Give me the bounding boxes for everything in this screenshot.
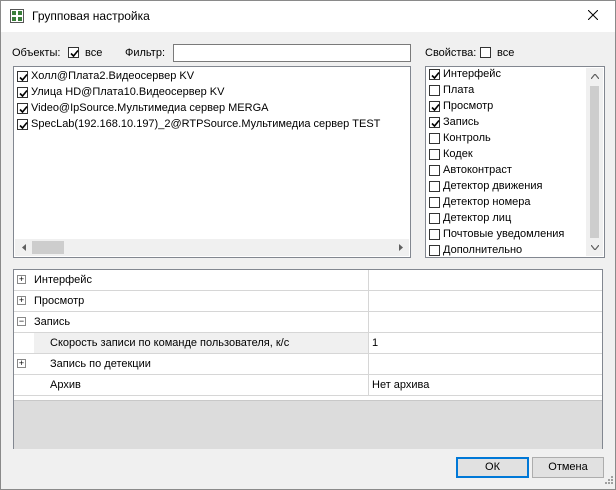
objects-all-checkbox[interactable] [68, 47, 79, 58]
objects-all-label: все [85, 47, 103, 59]
object-checkbox[interactable] [17, 103, 28, 114]
property-checkbox[interactable] [429, 181, 440, 192]
property-label: Плата [443, 84, 475, 96]
window-title: Групповая настройка [32, 9, 150, 23]
filter-label: Фильтр: [125, 47, 166, 59]
property-checkbox[interactable] [429, 85, 440, 96]
property-label: Дополнительно [443, 244, 523, 256]
property-checkbox[interactable] [429, 197, 440, 208]
grid-row-value: 1 [372, 337, 379, 349]
property-checkbox[interactable] [429, 213, 440, 224]
property-label: Детектор лиц [443, 212, 512, 224]
objects-label: Объекты: [12, 47, 61, 59]
grid-row[interactable]: + Запись по детекции [14, 354, 602, 375]
object-label: Video@IpSource.Мультимедиа сервер MERGA [31, 102, 269, 114]
object-checkbox[interactable] [17, 71, 28, 82]
objects-list: Холл@Плата2.Видеосервер KV Улица HD@Плат… [13, 66, 411, 258]
object-label: SpecLab(192.168.10.197)_2@RTPSource.Муль… [31, 118, 381, 130]
grid-row-name: Скорость записи по команде пользователя,… [50, 337, 290, 349]
property-label: Интерфейс [443, 68, 501, 80]
property-label: Контроль [443, 132, 491, 144]
object-label: Холл@Плата2.Видеосервер KV [31, 70, 195, 82]
properties-label: Свойства: [425, 47, 477, 59]
scroll-right-icon[interactable] [392, 239, 409, 256]
property-label: Просмотр [443, 100, 494, 112]
collapse-icon[interactable]: − [17, 317, 26, 326]
close-icon [587, 9, 599, 23]
grid-row-name: Запись по детекции [50, 358, 151, 370]
vertical-scroll-thumb[interactable] [590, 86, 599, 238]
properties-all-label: все [497, 47, 515, 59]
grid-row-name: Просмотр [34, 295, 85, 307]
grid-row-value-cell[interactable] [368, 270, 602, 290]
grid-row-value-cell[interactable] [368, 291, 602, 311]
cancel-button[interactable]: Отмена [532, 457, 604, 478]
objects-horizontal-scrollbar[interactable] [15, 239, 409, 256]
property-label: Кодек [443, 148, 473, 160]
property-grid: + Интерфейс + Просмотр − Запись Скорость… [13, 269, 603, 449]
group-settings-dialog: Групповая настройка Объекты: все Фильтр:… [0, 0, 616, 490]
expand-icon[interactable]: + [17, 296, 26, 305]
grid-row-name: Интерфейс [34, 274, 92, 286]
close-button[interactable] [571, 1, 615, 32]
properties-vertical-scrollbar[interactable] [586, 68, 603, 256]
property-label: Детектор движения [443, 180, 543, 192]
filter-input[interactable] [173, 44, 411, 62]
grid-row-value-cell[interactable]: Нет архива [368, 375, 602, 395]
grid-row[interactable]: Архив Нет архива [14, 375, 602, 396]
property-checkbox[interactable] [429, 117, 440, 128]
scroll-down-icon[interactable] [586, 239, 603, 256]
property-checkbox[interactable] [429, 149, 440, 160]
object-checkbox[interactable] [17, 87, 28, 98]
property-description-panel [14, 400, 602, 449]
property-label: Запись [443, 116, 480, 128]
properties-all-checkbox[interactable] [480, 47, 491, 58]
app-icon [10, 9, 24, 23]
grid-row-value-cell[interactable]: 1 [368, 333, 602, 353]
property-checkbox[interactable] [429, 165, 440, 176]
grid-row[interactable]: + Просмотр [14, 291, 602, 312]
property-label: Автоконтраст [443, 164, 512, 176]
property-label: Почтовые уведомления [443, 228, 565, 240]
grid-row[interactable]: + Интерфейс [14, 270, 602, 291]
property-checkbox[interactable] [429, 229, 440, 240]
grid-row-value: Нет архива [372, 379, 430, 391]
property-checkbox[interactable] [429, 245, 440, 256]
object-checkbox[interactable] [17, 119, 28, 130]
property-checkbox[interactable] [429, 69, 440, 80]
expand-icon[interactable]: + [17, 275, 26, 284]
property-checkbox[interactable] [429, 133, 440, 144]
properties-list: Интерфейс Плата Просмотр Запись Контроль… [425, 66, 605, 258]
grid-row[interactable]: Скорость записи по команде пользователя,… [14, 333, 602, 354]
property-checkbox[interactable] [429, 101, 440, 112]
grid-row-name: Запись [34, 316, 71, 328]
scroll-left-icon[interactable] [15, 239, 32, 256]
object-label: Улица HD@Плата10.Видеосервер KV [31, 86, 225, 98]
grid-row[interactable]: − Запись [14, 312, 602, 333]
grid-row-name: Архив [50, 379, 81, 391]
ok-button[interactable]: ОК [456, 457, 529, 478]
expand-icon[interactable]: + [17, 359, 26, 368]
grid-row-value-cell[interactable] [368, 354, 602, 374]
title-bar: Групповая настройка [1, 1, 615, 32]
property-label: Детектор номера [443, 196, 531, 208]
horizontal-scroll-thumb[interactable] [32, 241, 64, 254]
grid-row-value-cell[interactable] [368, 312, 602, 332]
resize-grip-icon[interactable] [604, 475, 614, 488]
scroll-up-icon[interactable] [586, 68, 603, 85]
